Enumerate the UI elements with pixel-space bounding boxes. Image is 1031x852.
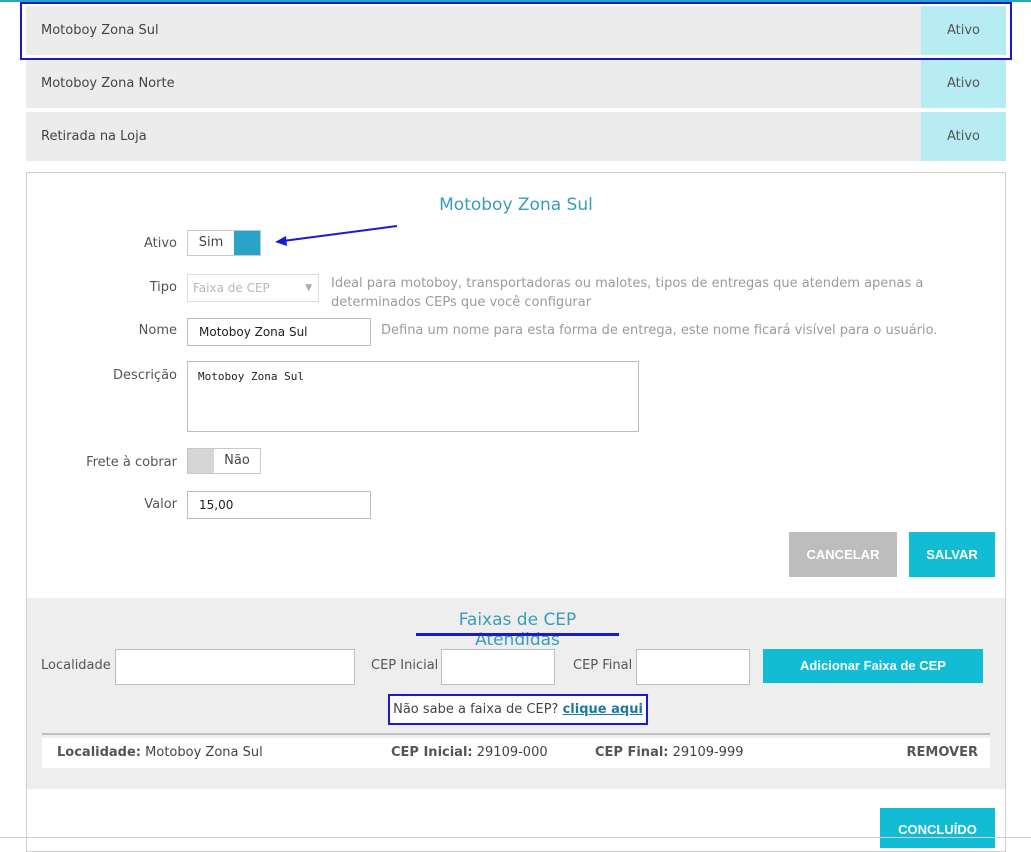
ativo-toggle-text: Sim [198,235,224,250]
cep-inicial-key: CEP Inicial: [391,745,473,760]
add-cep-range-button[interactable]: Adicionar Faixa de CEP [763,649,983,683]
status-badge: Ativo [921,112,1006,161]
tipo-help-line2: determinados CEPs que você configurar [331,295,592,310]
save-button[interactable]: SALVAR [909,532,995,577]
localidade-label: Localidade [41,658,111,673]
method-name: Retirada na Loja [41,129,147,144]
ativo-label: Ativo [143,236,177,251]
cep-inicial-value: 29109-000 [476,745,548,760]
nome-help: Defina um nome para esta forma de entreg… [381,323,938,338]
arrow-annotation-icon [275,225,398,246]
cep-help-box: Não sabe a faixa de CEP? clique aqui [388,694,648,725]
descricao-label: Descrição [113,368,177,383]
frete-toggle-text: Não [224,453,250,468]
tipo-select[interactable]: Faixa de CEP ▼ [187,274,319,302]
tipo-select-value: Faixa de CEP [193,281,270,295]
toggle-knob [234,231,260,255]
divider [42,733,990,735]
highlight-box-selected-method [20,2,1012,60]
done-button[interactable]: CONCLUÍDO [880,808,995,848]
highlight-underline [416,633,619,636]
remove-button[interactable]: REMOVER [907,738,978,768]
localidade-key: Localidade: [57,745,142,760]
frete-toggle[interactable]: Não [187,448,261,474]
nome-label: Nome [138,323,177,338]
tipo-help-line1: Ideal para motoboy, transportadoras ou m… [331,276,924,291]
cep-final-key: CEP Final: [595,745,669,760]
status-badge: Ativo [921,59,1006,108]
cancel-button[interactable]: CANCELAR [789,532,897,577]
cep-inicial-input[interactable] [441,649,555,685]
panel-title: Motoboy Zona Sul [439,195,593,215]
cep-help-text: Não sabe a faixa de CEP? [393,702,559,717]
ativo-toggle[interactable]: Sim [187,230,261,256]
toggle-knob [188,449,214,473]
cep-final-value: 29109-999 [672,745,744,760]
localidade-value: Motoboy Zona Sul [145,745,263,760]
cep-final-label: CEP Final [573,658,633,673]
frete-label: Frete à cobrar [86,455,177,470]
cep-final-input[interactable] [636,649,750,685]
cep-section: Faixas de CEP Atendidas Localidade CEP I… [27,598,1005,789]
method-row-motoboy-zona-norte[interactable]: Motoboy Zona Norte Ativo [26,59,1006,108]
chevron-down-icon: ▼ [305,283,312,293]
nome-input[interactable]: Motoboy Zona Sul [187,318,371,346]
method-name: Motoboy Zona Norte [41,76,175,91]
cep-inicial-label: CEP Inicial [371,658,439,673]
tipo-label: Tipo [149,280,177,295]
tipo-help: Ideal para motoboy, transportadoras ou m… [331,274,923,312]
localidade-input[interactable] [115,649,355,685]
cep-help-link[interactable]: clique aqui [563,702,643,717]
edit-panel: Motoboy Zona Sul Ativo Sim Tipo Faixa de… [26,172,1006,852]
bottom-border [0,837,1031,838]
cep-range-row: Localidade: Motoboy Zona Sul CEP Inicial… [42,738,990,768]
cep-section-title: Faixas de CEP Atendidas [458,610,577,650]
descricao-textarea[interactable]: Motoboy Zona Sul [187,361,639,432]
method-row-retirada-na-loja[interactable]: Retirada na Loja Ativo [26,112,1006,161]
valor-input[interactable]: 15,00 [187,491,371,519]
valor-label: Valor [144,497,177,512]
